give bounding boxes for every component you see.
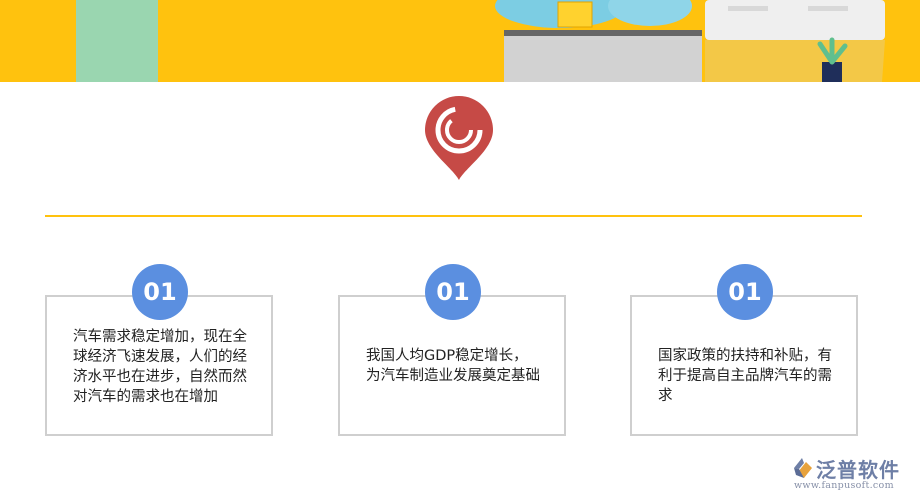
office-illustration [495,0,885,82]
card-number-badge: 01 [132,264,188,320]
card-text: 国家政策的扶持和补贴，有利于提高自主品牌汽车的需求 [658,348,832,404]
card-text: 我国人均GDP稳定增长，为汽车制造业发展奠定基础 [366,348,540,384]
card-number-badge: 01 [717,264,773,320]
decorative-green-block [76,0,158,82]
header-banner [0,0,920,82]
location-pin-icon [425,96,493,180]
brand-url: www.fanpusoft.com [794,480,894,491]
card-text: 汽车需求稳定增加，现在全球经济飞速发展，人们的经济水平也在进步，自然而然对汽车的… [73,329,247,405]
card-number-badge: 01 [425,264,481,320]
brand-name: 泛普软件 [816,458,900,482]
divider-line [45,215,862,217]
brand-logo: 泛普软件 www.fanpusoft.com [790,455,915,495]
fanpu-logo-icon [794,458,812,478]
